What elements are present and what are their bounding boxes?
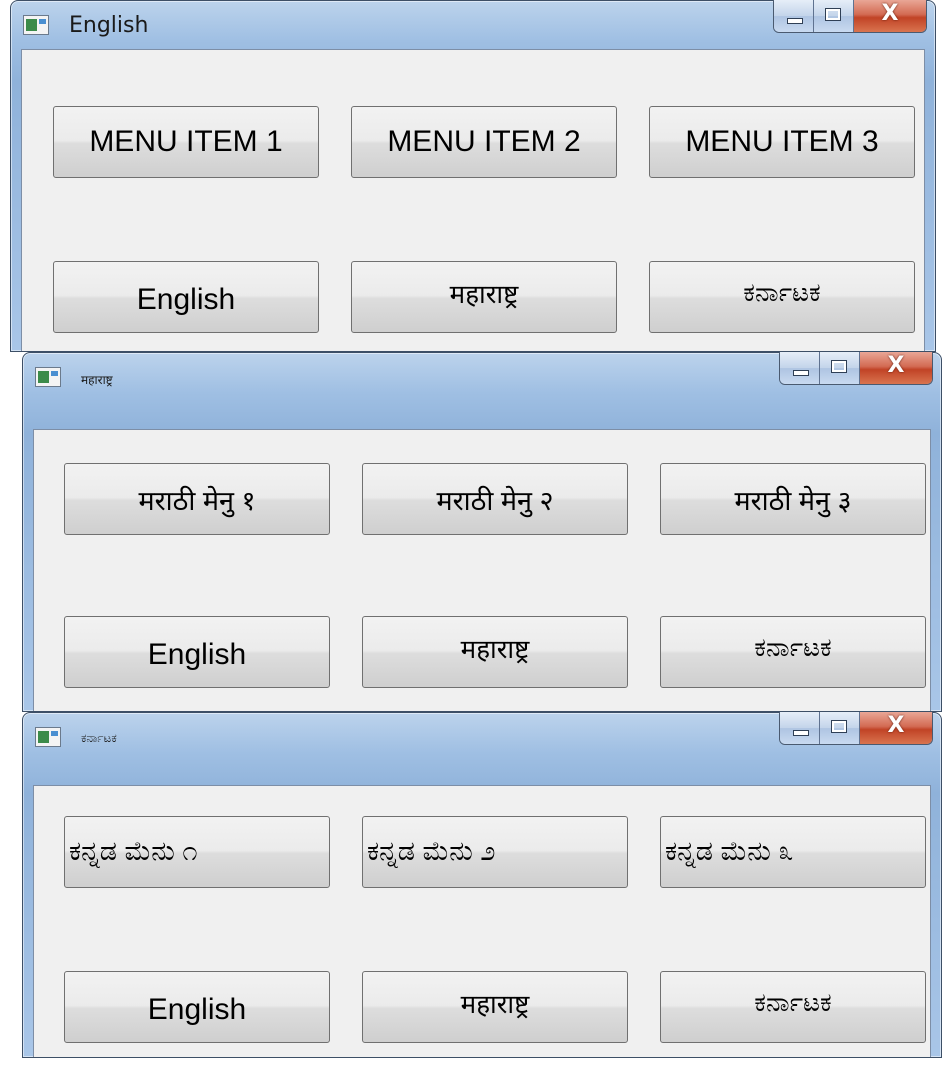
maximize-icon: [831, 360, 847, 373]
title-bar[interactable]: ಕರ್ನಾಟಕ X: [23, 712, 941, 761]
marathi-menu-1-button[interactable]: मराठी मेनु १: [64, 463, 330, 535]
window-english: English X MENU ITEM 1 MENU ITEM 2 MENU I…: [10, 0, 936, 352]
kannada-menu-1-button[interactable]: ಕನ್ನಡ ಮೆನು ೧: [64, 816, 330, 888]
caption-buttons: X: [773, 0, 927, 33]
minimize-button[interactable]: [774, 0, 814, 32]
client-area: ಕನ್ನಡ ಮೆನು ೧ ಕನ್ನಡ ಮೆನು ೨ ಕನ್ನಡ ಮೆನು ೩ E…: [33, 785, 931, 1057]
minimize-icon: [793, 370, 809, 376]
client-area: मराठी मेनु १ मराठी मेनु २ मराठी मेनु ३ E…: [33, 429, 931, 711]
marathi-menu-2-button[interactable]: मराठी मेनु २: [362, 463, 628, 535]
app-icon: [23, 15, 49, 35]
caption-buttons: X: [779, 352, 933, 385]
minimize-icon: [793, 730, 809, 736]
title-bar[interactable]: English X: [11, 0, 935, 49]
minimize-button[interactable]: [780, 712, 820, 744]
minimize-button[interactable]: [780, 352, 820, 384]
marathi-menu-3-button[interactable]: मराठी मेनु ३: [660, 463, 926, 535]
caption-buttons: X: [779, 712, 933, 745]
window-kannada: ಕರ್ನಾಟಕ X ಕನ್ನಡ ಮೆನು ೧ ಕನ್ನಡ ಮೆನು ೨ ಕನ್ನ…: [22, 712, 942, 1058]
karnataka-button[interactable]: ಕರ್ನಾಟಕ: [649, 261, 915, 333]
maharashtra-button[interactable]: महाराष्ट्र: [351, 261, 617, 333]
window-title: ಕರ್ನಾಟಕ: [81, 731, 117, 745]
english-button[interactable]: English: [64, 616, 330, 688]
english-button[interactable]: English: [64, 971, 330, 1043]
menu-item-1-button[interactable]: MENU ITEM 1: [53, 106, 319, 178]
close-button[interactable]: X: [854, 0, 926, 32]
menu-item-2-button[interactable]: MENU ITEM 2: [351, 106, 617, 178]
maximize-icon: [831, 720, 847, 733]
maximize-button[interactable]: [820, 712, 860, 744]
minimize-icon: [787, 18, 803, 24]
client-area: MENU ITEM 1 MENU ITEM 2 MENU ITEM 3 Engl…: [21, 49, 925, 351]
maximize-button[interactable]: [820, 352, 860, 384]
maharashtra-button[interactable]: महाराष्ट्र: [362, 616, 628, 688]
kannada-menu-3-button[interactable]: ಕನ್ನಡ ಮೆನು ೩: [660, 816, 926, 888]
window-marathi: महाराष्ट्र X मराठी मेनु १ मराठी मेनु २ म…: [22, 352, 942, 712]
menu-item-3-button[interactable]: MENU ITEM 3: [649, 106, 915, 178]
karnataka-button[interactable]: ಕರ್ನಾಟಕ: [660, 971, 926, 1043]
kannada-menu-2-button[interactable]: ಕನ್ನಡ ಮೆನು ೨: [362, 816, 628, 888]
maximize-icon: [825, 8, 841, 21]
close-icon: X: [887, 713, 905, 738]
close-button[interactable]: X: [860, 352, 932, 384]
maximize-button[interactable]: [814, 0, 854, 32]
close-icon: X: [887, 353, 905, 378]
window-title: महाराष्ट्र: [81, 373, 113, 387]
app-icon: [35, 367, 61, 387]
karnataka-button[interactable]: ಕರ್ನಾಟಕ: [660, 616, 926, 688]
english-button[interactable]: English: [53, 261, 319, 333]
close-button[interactable]: X: [860, 712, 932, 744]
title-bar[interactable]: महाराष्ट्र X: [23, 352, 941, 401]
close-icon: X: [881, 1, 899, 26]
maharashtra-button[interactable]: महाराष्ट्र: [362, 971, 628, 1043]
window-title: English: [69, 13, 149, 38]
app-icon: [35, 727, 61, 747]
